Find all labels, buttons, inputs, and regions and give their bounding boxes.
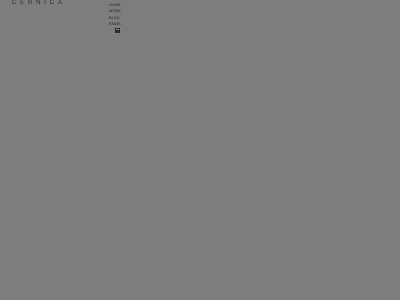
site-logo[interactable]: CERNICA	[12, 0, 66, 7]
menu-toggle-button[interactable]	[115, 28, 120, 33]
main-nav: HOME WORK BLOG PANEL	[109, 2, 125, 27]
menu-toggle-icon	[116, 29, 119, 32]
nav-item-panel[interactable]: PANEL	[109, 21, 125, 27]
